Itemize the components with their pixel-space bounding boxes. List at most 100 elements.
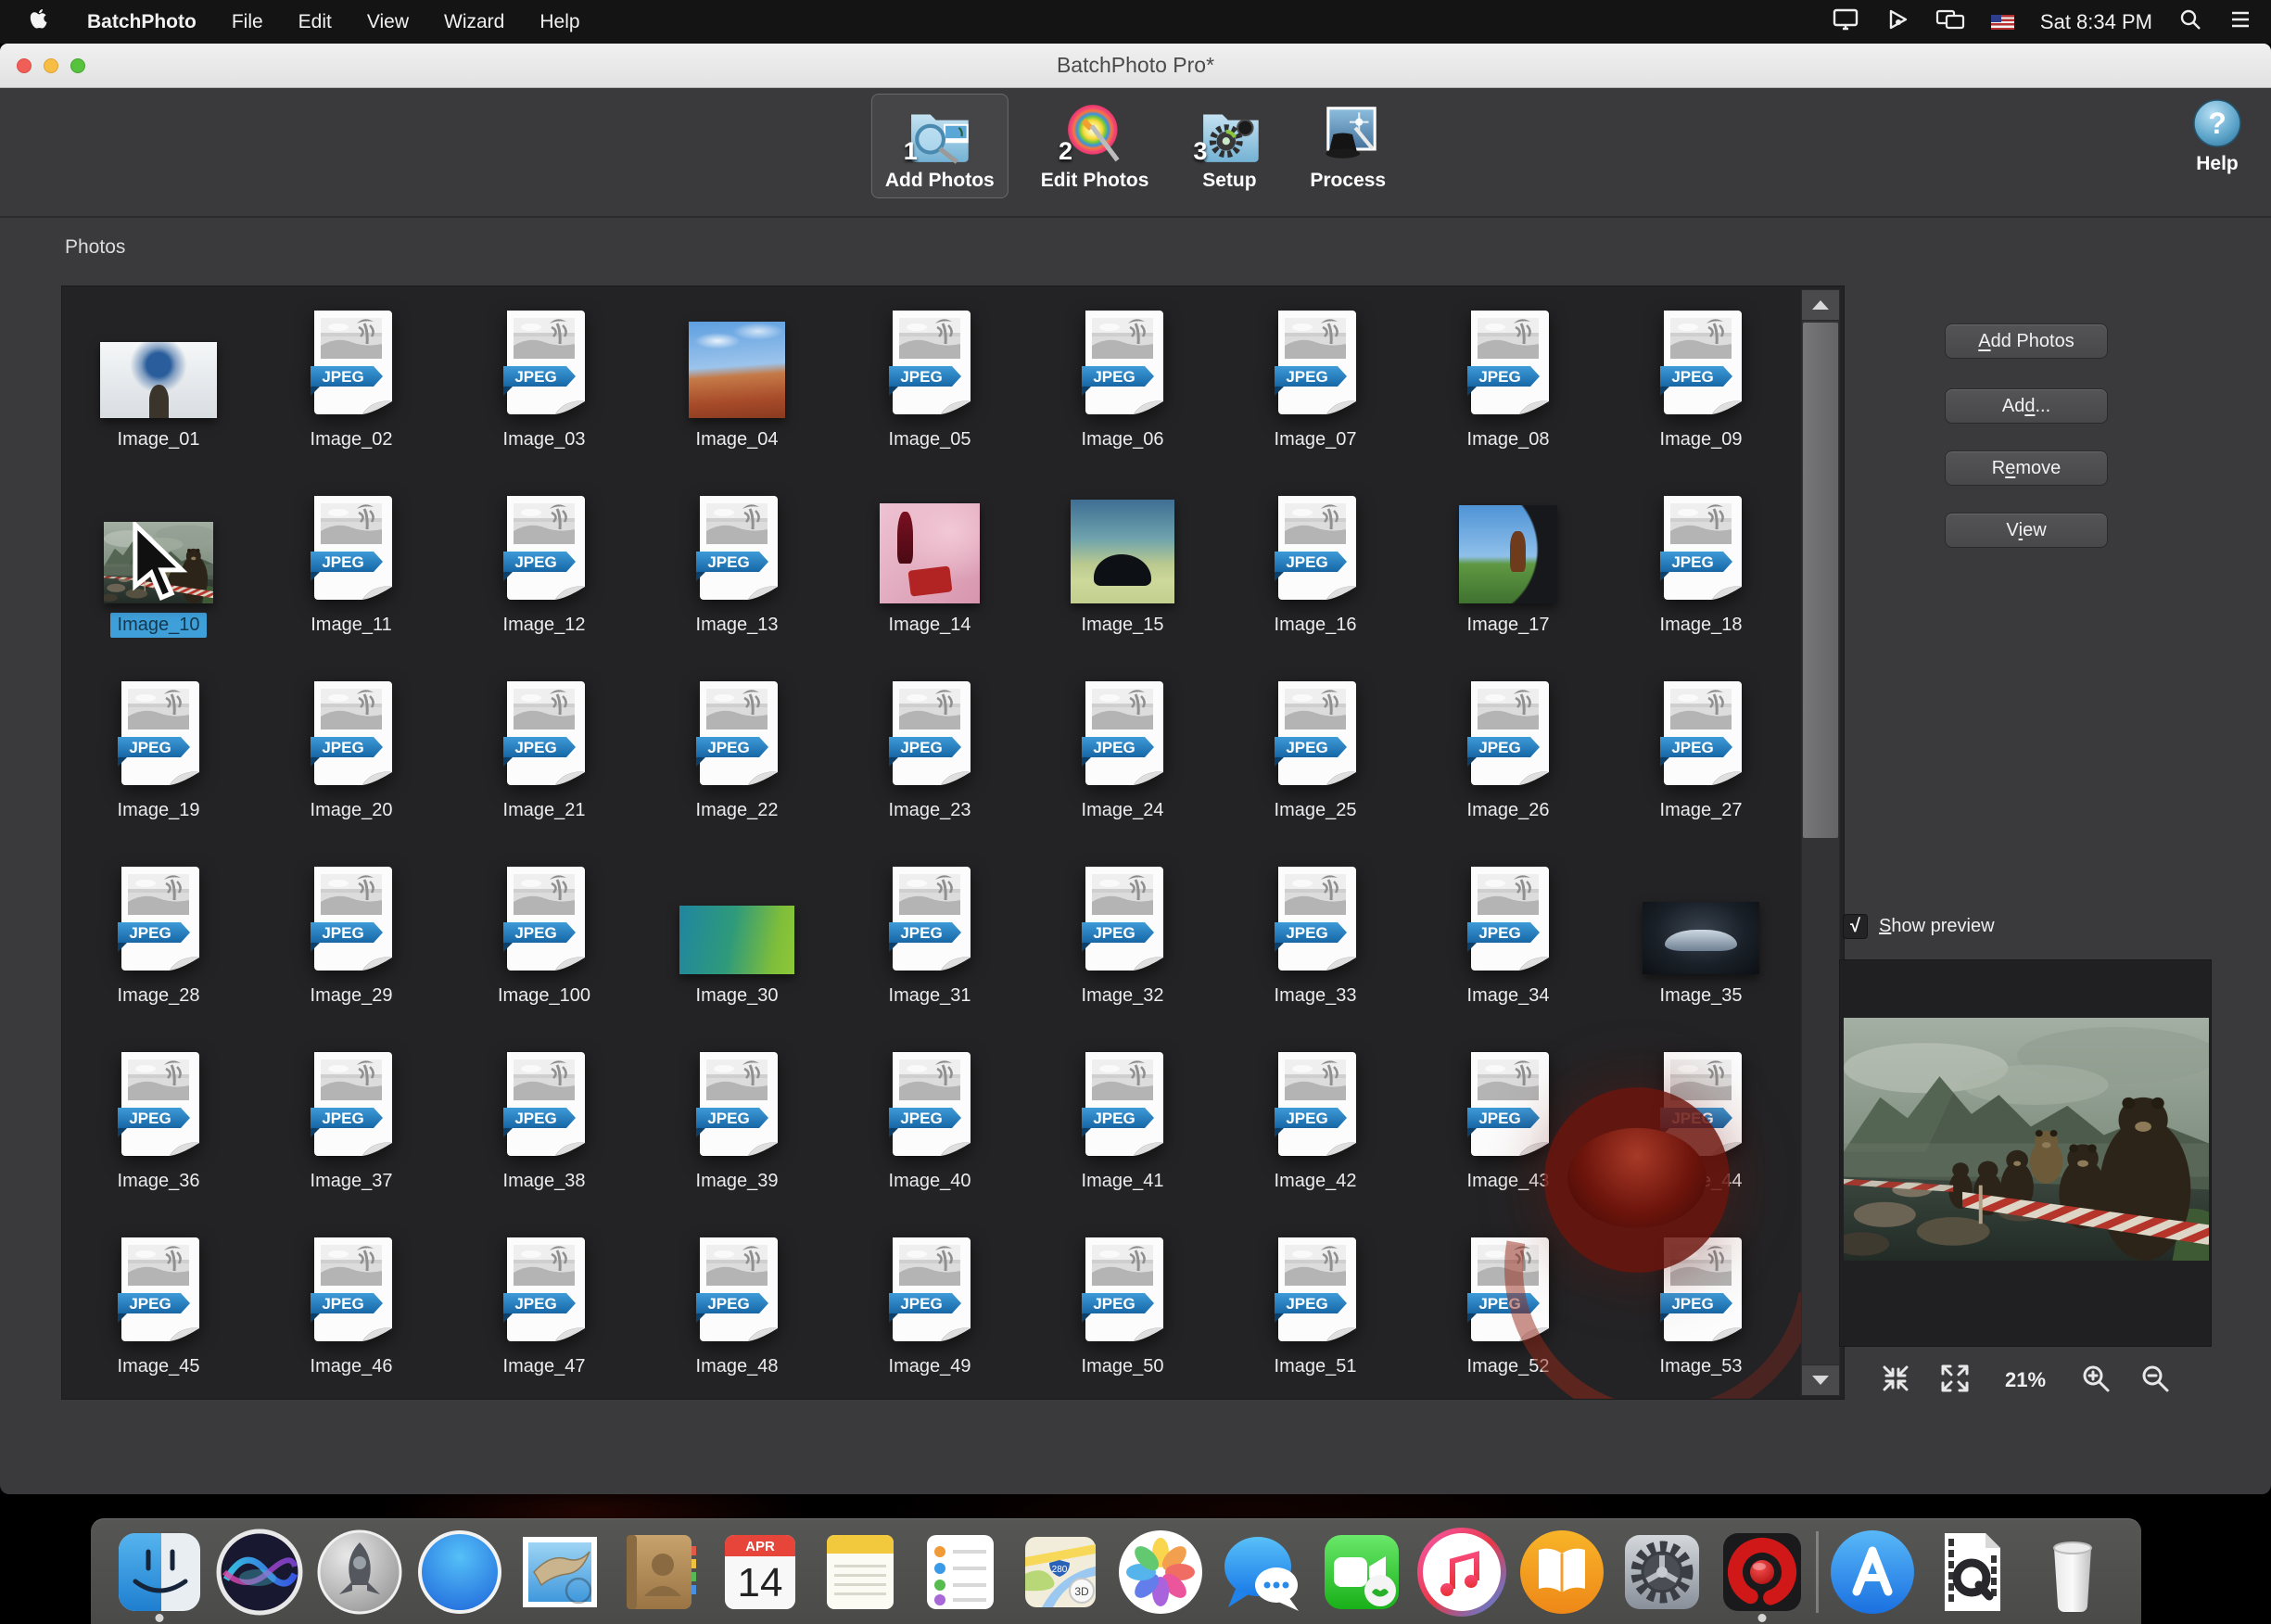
dock-batchphoto-icon[interactable] — [1716, 1526, 1808, 1618]
show-preview-checkbox[interactable]: √ — [1843, 914, 1868, 939]
photo-item-image_10[interactable]: Image_10 — [62, 479, 255, 665]
photo-thumbnail[interactable]: JPEG — [116, 1050, 201, 1160]
fit-to-window-button[interactable] — [1880, 1363, 1911, 1399]
photo-item-image_07[interactable]: JPEG Image_07 — [1219, 294, 1412, 479]
photo-item-image_06[interactable]: JPEG Image_06 — [1026, 294, 1219, 479]
photo-thumbnail[interactable]: JPEG — [309, 1236, 394, 1345]
menu-file[interactable]: File — [232, 11, 263, 33]
photo-thumbnail[interactable]: JPEG — [116, 679, 201, 789]
photo-item-image_33[interactable]: JPEG Image_33 — [1219, 850, 1412, 1035]
photo-item-image_51[interactable]: JPEG Image_51 — [1219, 1221, 1412, 1400]
apple-menu-icon[interactable] — [28, 7, 48, 37]
notification-list-icon[interactable] — [2228, 7, 2252, 37]
photo-item-image_37[interactable]: JPEG Image_37 — [255, 1035, 448, 1221]
photo-thumbnail[interactable]: JPEG — [1465, 309, 1551, 418]
photo-thumbnail[interactable]: JPEG — [309, 865, 394, 974]
dock-system-preferences-icon[interactable] — [1616, 1526, 1708, 1618]
photo-thumbnail[interactable]: JPEG — [1273, 1050, 1358, 1160]
photo-thumbnail[interactable]: JPEG — [501, 1050, 587, 1160]
display-icon[interactable] — [1832, 7, 1859, 37]
close-button[interactable] — [17, 58, 32, 73]
photo-thumbnail[interactable]: JPEG — [1465, 865, 1551, 974]
sidebar-view-button[interactable]: View — [1945, 513, 2108, 548]
photo-item-image_50[interactable]: JPEG Image_50 — [1026, 1221, 1219, 1400]
toolbar-add-photos-button[interactable]: 1 Add Photos — [871, 94, 1009, 198]
dock-notes-icon[interactable] — [814, 1526, 907, 1618]
photo-item-image_25[interactable]: JPEG Image_25 — [1219, 665, 1412, 850]
toolbar-process-button[interactable]: Process — [1296, 94, 1400, 198]
zoom-button[interactable] — [70, 58, 85, 73]
photo-thumbnail[interactable]: JPEG — [1273, 865, 1358, 974]
photo-item-image_45[interactable]: JPEG Image_45 — [62, 1221, 255, 1400]
photo-thumbnail[interactable]: JPEG — [309, 1050, 394, 1160]
photo-thumbnail[interactable]: JPEG — [694, 494, 780, 603]
photo-item-image_26[interactable]: JPEG Image_26 — [1412, 665, 1605, 850]
photo-item-image_12[interactable]: JPEG Image_12 — [448, 479, 641, 665]
scrollbar-thumb[interactable] — [1803, 323, 1838, 838]
actual-size-button[interactable] — [1939, 1363, 1971, 1399]
photo-item-image_34[interactable]: JPEG Image_34 — [1412, 850, 1605, 1035]
photo-item-image_17[interactable]: Image_17 — [1412, 479, 1605, 665]
photo-thumbnail[interactable]: JPEG — [501, 679, 587, 789]
photo-item-image_19[interactable]: JPEG Image_19 — [62, 665, 255, 850]
photo-item-image_15[interactable]: Image_15 — [1026, 479, 1219, 665]
dock-siri-icon[interactable] — [213, 1526, 306, 1618]
scrollbar-down-button[interactable] — [1802, 1364, 1839, 1395]
photo-thumbnail[interactable]: JPEG — [501, 865, 587, 974]
photo-item-image_04[interactable]: Image_04 — [641, 294, 833, 479]
sidebar-add-photos-button[interactable]: Add Photos — [1945, 324, 2108, 359]
dock-mail-icon[interactable] — [514, 1526, 606, 1618]
dock-app-store-icon[interactable] — [1826, 1526, 1919, 1618]
photo-thumbnail[interactable]: JPEG — [1658, 679, 1744, 789]
dock-itunes-icon[interactable] — [1415, 1526, 1508, 1618]
photo-item-image_08[interactable]: JPEG Image_08 — [1412, 294, 1605, 479]
photo-thumbnail[interactable]: JPEG — [694, 679, 780, 789]
photo-thumbnail[interactable]: JPEG — [694, 1236, 780, 1345]
photo-thumbnail[interactable]: JPEG — [1273, 494, 1358, 603]
photo-thumbnail[interactable] — [679, 906, 794, 974]
dock-photos-icon[interactable] — [1114, 1526, 1207, 1618]
minimize-button[interactable] — [44, 58, 58, 73]
photo-thumbnail[interactable] — [880, 503, 980, 603]
photo-item-image_39[interactable]: JPEG Image_39 — [641, 1035, 833, 1221]
photo-item-image_11[interactable]: JPEG Image_11 — [255, 479, 448, 665]
photo-item-image_31[interactable]: JPEG Image_31 — [833, 850, 1026, 1035]
photo-item-image_100[interactable]: JPEG Image_100 — [448, 850, 641, 1035]
photo-thumbnail[interactable]: JPEG — [116, 865, 201, 974]
photo-item-image_20[interactable]: JPEG Image_20 — [255, 665, 448, 850]
photo-item-image_05[interactable]: JPEG Image_05 — [833, 294, 1026, 479]
photo-thumbnail[interactable]: JPEG — [116, 1236, 201, 1345]
menu-help[interactable]: Help — [539, 11, 579, 33]
photo-thumbnail[interactable]: JPEG — [501, 494, 587, 603]
photo-thumbnail[interactable]: JPEG — [501, 309, 587, 418]
photo-thumbnail[interactable]: JPEG — [1658, 309, 1744, 418]
us-flag-icon[interactable] — [1991, 15, 2014, 30]
photo-thumbnail[interactable]: JPEG — [1080, 309, 1165, 418]
dock-contacts-icon[interactable] — [614, 1526, 706, 1618]
photo-thumbnail[interactable] — [100, 342, 217, 418]
photo-item-image_22[interactable]: JPEG Image_22 — [641, 665, 833, 850]
photo-item-image_27[interactable]: JPEG Image_27 — [1605, 665, 1797, 850]
scrollbar-up-button[interactable] — [1802, 290, 1839, 321]
photo-item-image_30[interactable]: Image_30 — [641, 850, 833, 1035]
photo-item-image_38[interactable]: JPEG Image_38 — [448, 1035, 641, 1221]
zoom-in-button[interactable] — [2080, 1363, 2112, 1399]
photo-thumbnail[interactable]: JPEG — [309, 679, 394, 789]
photo-thumbnail[interactable]: JPEG — [1273, 1236, 1358, 1345]
title-bar[interactable]: BatchPhoto Pro* — [0, 44, 2271, 88]
photo-thumbnail[interactable]: JPEG — [1080, 865, 1165, 974]
dock-launchpad-icon[interactable] — [313, 1526, 406, 1618]
photo-item-image_23[interactable]: JPEG Image_23 — [833, 665, 1026, 850]
dock-finder-icon[interactable] — [113, 1526, 206, 1618]
photo-item-image_35[interactable]: Image_35 — [1605, 850, 1797, 1035]
dock-quicktime-icon[interactable] — [1926, 1526, 2019, 1618]
dock-calendar-icon[interactable]: APR14 — [714, 1526, 806, 1618]
photo-thumbnail[interactable]: JPEG — [309, 309, 394, 418]
photo-thumbnail[interactable]: JPEG — [1273, 309, 1358, 418]
menu-view[interactable]: View — [367, 11, 409, 33]
dock-maps-icon[interactable]: 2803D — [1014, 1526, 1107, 1618]
photo-item-image_16[interactable]: JPEG Image_16 — [1219, 479, 1412, 665]
photo-item-image_40[interactable]: JPEG Image_40 — [833, 1035, 1026, 1221]
photo-thumbnail[interactable]: JPEG — [694, 1050, 780, 1160]
photo-thumbnail[interactable]: JPEG — [1080, 1050, 1165, 1160]
